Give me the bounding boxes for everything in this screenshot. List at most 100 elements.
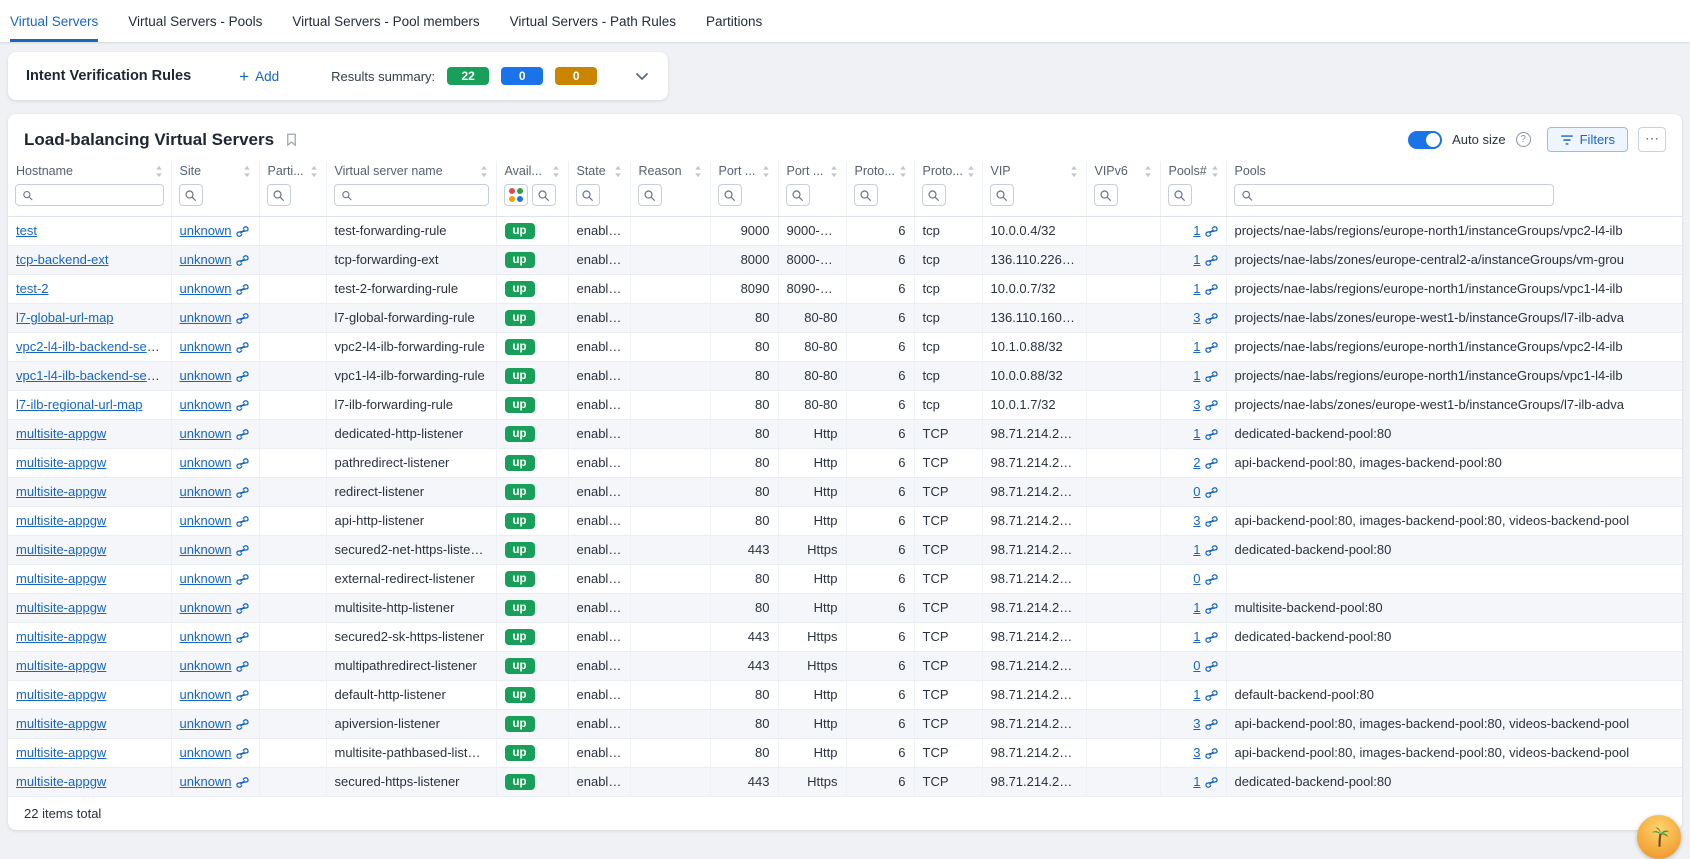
link-icon[interactable]: [1205, 428, 1218, 441]
sort-icon[interactable]: [1144, 165, 1152, 178]
pools-count-link[interactable]: 1: [1193, 542, 1200, 557]
partition-filter-button[interactable]: [267, 184, 291, 206]
hostname-link[interactable]: multisite-appgw: [16, 542, 106, 557]
hostname-link[interactable]: tcp-backend-ext: [16, 252, 109, 267]
chevron-down-icon[interactable]: [634, 68, 650, 84]
palm-widget-icon[interactable]: [1637, 815, 1681, 859]
pools-count-link[interactable]: 3: [1193, 397, 1200, 412]
bookmark-icon[interactable]: [284, 131, 299, 149]
link-icon[interactable]: [1205, 602, 1218, 615]
col-header-hostname[interactable]: Hostname: [8, 161, 171, 181]
link-icon[interactable]: [236, 776, 249, 789]
link-icon[interactable]: [1205, 283, 1218, 296]
site-link[interactable]: unknown: [180, 310, 232, 325]
hostname-link[interactable]: test: [16, 223, 37, 238]
col-header-port-range[interactable]: Port ...: [778, 161, 846, 181]
link-icon[interactable]: [1205, 747, 1218, 760]
link-icon[interactable]: [236, 254, 249, 267]
hostname-link[interactable]: test-2: [16, 281, 49, 296]
link-icon[interactable]: [236, 283, 249, 296]
summary-info-badge[interactable]: 0: [501, 67, 543, 85]
sort-icon[interactable]: [614, 165, 622, 178]
summary-warning-badge[interactable]: 0: [555, 67, 597, 85]
link-icon[interactable]: [236, 341, 249, 354]
link-icon[interactable]: [1205, 718, 1218, 731]
link-icon[interactable]: [236, 457, 249, 470]
summary-passed-badge[interactable]: 22: [447, 67, 489, 85]
auto-size-toggle[interactable]: [1408, 131, 1442, 149]
site-link[interactable]: unknown: [180, 658, 232, 673]
sort-icon[interactable]: [552, 165, 560, 178]
site-link[interactable]: unknown: [180, 745, 232, 760]
link-icon[interactable]: [1205, 515, 1218, 528]
hostname-link[interactable]: vpc1-l4-ilb-backend-service: [16, 368, 171, 383]
site-link[interactable]: unknown: [180, 774, 232, 789]
hostname-link[interactable]: multisite-appgw: [16, 513, 106, 528]
link-icon[interactable]: [236, 573, 249, 586]
col-header-protocol-number[interactable]: Proto...: [846, 161, 914, 181]
hostname-link[interactable]: multisite-appgw: [16, 658, 106, 673]
hostname-link[interactable]: multisite-appgw: [16, 716, 106, 731]
pools-count-link[interactable]: 3: [1193, 745, 1200, 760]
tab-virtual-servers-pool-members[interactable]: Virtual Servers - Pool members: [292, 0, 479, 42]
pools-count-link[interactable]: 1: [1193, 252, 1200, 267]
link-icon[interactable]: [1205, 312, 1218, 325]
vipv6-filter-button[interactable]: [1094, 184, 1118, 206]
site-filter-button[interactable]: [179, 184, 203, 206]
help-icon[interactable]: ?: [1516, 132, 1531, 147]
sort-icon[interactable]: [1070, 165, 1078, 178]
site-link[interactable]: unknown: [180, 339, 232, 354]
sort-icon[interactable]: [310, 165, 318, 178]
hostname-link[interactable]: vpc2-l4-ilb-backend-service: [16, 339, 171, 354]
col-header-reason[interactable]: Reason: [630, 161, 710, 181]
link-icon[interactable]: [1205, 399, 1218, 412]
col-header-availability[interactable]: Avail...: [496, 161, 568, 181]
site-link[interactable]: unknown: [180, 687, 232, 702]
virtual-server-name-filter-input[interactable]: [357, 188, 482, 202]
site-link[interactable]: unknown: [180, 629, 232, 644]
col-header-pools-count[interactable]: Pools#: [1160, 161, 1226, 181]
tab-virtual-servers-path-rules[interactable]: Virtual Servers - Path Rules: [510, 0, 676, 42]
sort-icon[interactable]: [155, 165, 163, 178]
hostname-link[interactable]: multisite-appgw: [16, 426, 106, 441]
pools-count-link[interactable]: 1: [1193, 339, 1200, 354]
pools-count-link[interactable]: 0: [1193, 484, 1200, 499]
tab-partitions[interactable]: Partitions: [706, 0, 762, 42]
site-link[interactable]: unknown: [180, 426, 232, 441]
link-icon[interactable]: [236, 544, 249, 557]
pools-count-link[interactable]: 1: [1193, 368, 1200, 383]
reason-filter-button[interactable]: [638, 184, 662, 206]
link-icon[interactable]: [236, 486, 249, 499]
link-icon[interactable]: [1205, 341, 1218, 354]
tab-virtual-servers-pools[interactable]: Virtual Servers - Pools: [128, 0, 262, 42]
hostname-link[interactable]: multisite-appgw: [16, 687, 106, 702]
site-link[interactable]: unknown: [180, 455, 232, 470]
hostname-link[interactable]: l7-global-url-map: [16, 310, 114, 325]
link-icon[interactable]: [236, 515, 249, 528]
pools-count-link[interactable]: 3: [1193, 310, 1200, 325]
pools-count-link[interactable]: 1: [1193, 600, 1200, 615]
site-link[interactable]: unknown: [180, 600, 232, 615]
hostname-link[interactable]: multisite-appgw: [16, 600, 106, 615]
link-icon[interactable]: [236, 747, 249, 760]
site-link[interactable]: unknown: [180, 368, 232, 383]
protocol-number-filter-button[interactable]: [854, 184, 878, 206]
link-icon[interactable]: [236, 689, 249, 702]
pools-count-link[interactable]: 1: [1193, 774, 1200, 789]
col-header-port[interactable]: Port ...: [710, 161, 778, 181]
site-link[interactable]: unknown: [180, 397, 232, 412]
col-header-virtual-server-name[interactable]: Virtual server name: [326, 161, 496, 181]
link-icon[interactable]: [1205, 370, 1218, 383]
link-icon[interactable]: [1205, 254, 1218, 267]
more-options-button[interactable]: ⋯: [1638, 127, 1666, 152]
col-header-vipv6[interactable]: VIPv6: [1086, 161, 1160, 181]
port-filter-button[interactable]: [718, 184, 742, 206]
link-icon[interactable]: [1205, 689, 1218, 702]
pools-count-link[interactable]: 0: [1193, 658, 1200, 673]
pools-filter-input[interactable]: [1258, 188, 1547, 202]
col-header-protocol[interactable]: Proto...: [914, 161, 982, 181]
sort-icon[interactable]: [967, 165, 975, 178]
site-link[interactable]: unknown: [180, 513, 232, 528]
link-icon[interactable]: [1205, 660, 1218, 673]
link-icon[interactable]: [236, 660, 249, 673]
